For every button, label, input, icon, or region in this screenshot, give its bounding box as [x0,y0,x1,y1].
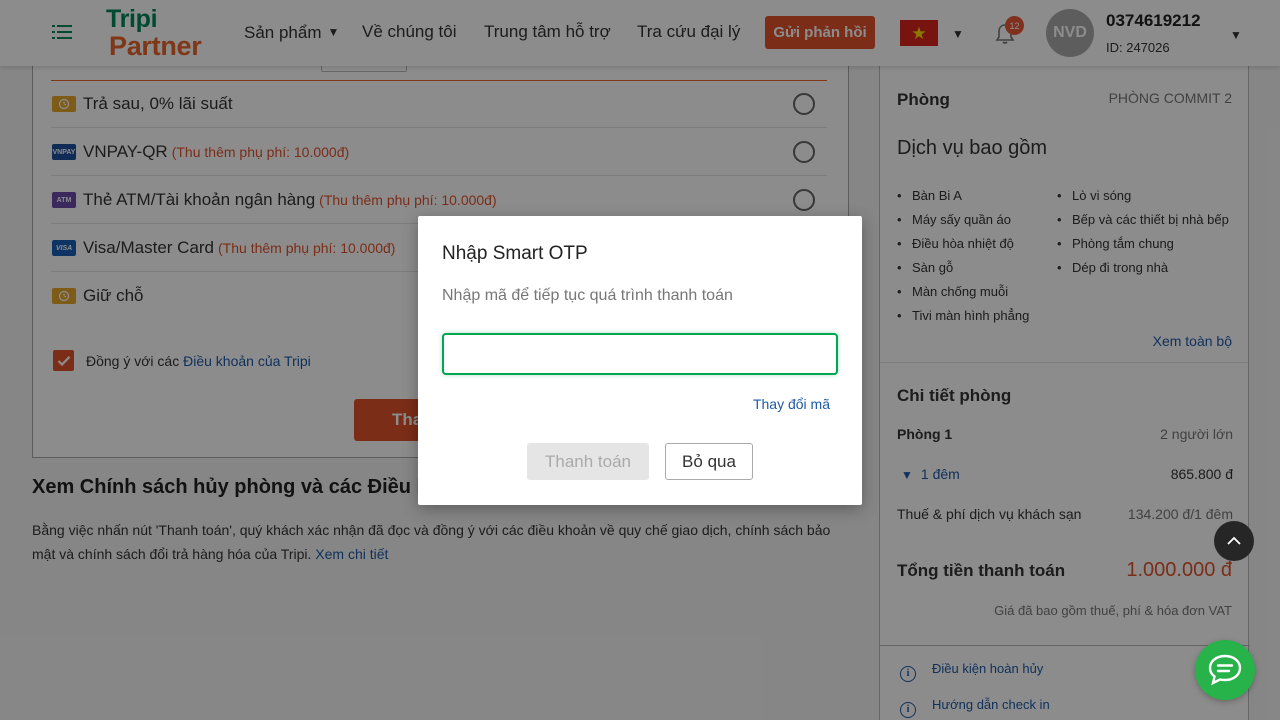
pay-button[interactable]: Thanh toán [527,443,649,480]
skip-button[interactable]: Bỏ qua [665,443,753,480]
otp-input[interactable] [442,333,838,375]
chat-icon[interactable] [1195,640,1255,700]
change-code-link[interactable]: Thay đổi mã [753,396,830,412]
dialog-subtitle: Nhập mã để tiếp tục quá trình thanh toán [442,287,733,304]
scroll-to-top-icon[interactable] [1214,521,1254,561]
smart-otp-dialog: Nhập Smart OTP Nhập mã để tiếp tục quá t… [418,216,862,505]
dialog-title: Nhập Smart OTP [442,243,588,264]
